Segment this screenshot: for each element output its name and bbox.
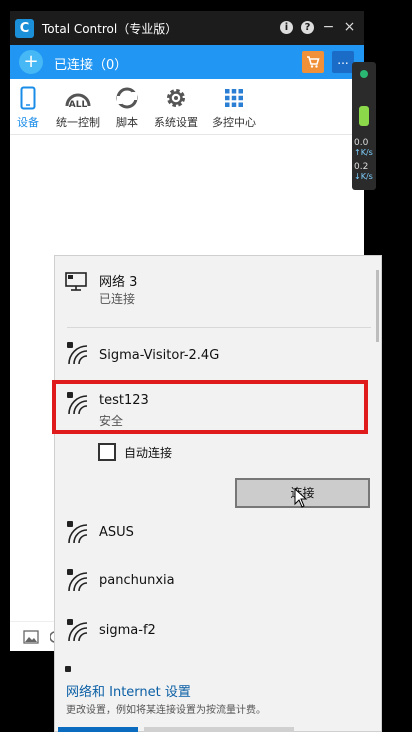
grid-icon <box>225 89 243 107</box>
tab-system-settings-label: 系统设置 <box>154 116 198 129</box>
upload-speed: 0.0 ↑K/s <box>354 138 376 158</box>
app-title: Total Control（专业版） <box>42 22 178 36</box>
auto-connect-label: 自动连接 <box>124 446 173 460</box>
wifi-secured-icon <box>67 569 88 592</box>
wifi-item-sigma-visitor[interactable]: Sigma-Visitor-2.4G <box>55 342 381 372</box>
upload-arrow-icon: ↑ <box>354 148 361 157</box>
upload-speed-value: 0.0 <box>354 138 369 148</box>
scrollbar-thumb[interactable] <box>376 270 379 342</box>
auto-connect-checkbox[interactable] <box>98 443 116 461</box>
divider <box>67 327 371 328</box>
image-icon[interactable] <box>23 630 39 644</box>
more-button[interactable]: ... <box>332 51 354 73</box>
title-bar[interactable]: C Total Control（专业版） i ? − × <box>10 11 364 45</box>
screen: C Total Control（专业版） i ? − × + 已连接（0） ..… <box>0 0 412 732</box>
phone-icon <box>20 86 36 110</box>
ethernet-monitor-icon <box>65 272 87 291</box>
tab-scripts-label: 脚本 <box>116 116 138 129</box>
wifi-secured-icon <box>67 521 88 544</box>
download-speed-unit: K/s <box>360 172 373 181</box>
gear-icon <box>167 89 185 107</box>
tab-devices-label: 设备 <box>17 116 39 129</box>
main-toolbar: 设备 ALL 统一控制 脚本 系统设置 多控中心 <box>10 79 364 135</box>
network-item-ethernet[interactable]: 网络 3 已连接 <box>55 268 381 318</box>
network-settings-link[interactable]: 网络和 Internet 设置 <box>66 681 191 700</box>
network-quick-action-wifi[interactable] <box>58 727 138 732</box>
close-button[interactable]: × <box>343 18 356 36</box>
network-quick-action[interactable] <box>144 727 294 732</box>
info-icon[interactable]: i <box>280 20 293 34</box>
wifi-secured-icon <box>67 342 88 365</box>
battery-icon <box>359 106 369 126</box>
tab-devices[interactable]: 设备 <box>16 85 40 130</box>
download-speed-value: 0.2 <box>354 162 369 172</box>
tab-unified-control-label: 统一控制 <box>56 116 100 129</box>
ethernet-status: 已连接 <box>99 292 136 306</box>
tab-system-settings[interactable]: 系统设置 <box>152 85 200 130</box>
app-logo-icon: C <box>15 19 34 38</box>
wifi-secured-icon <box>65 666 71 672</box>
connection-status: 已连接（0） <box>54 58 128 73</box>
add-device-button[interactable]: + <box>19 50 43 74</box>
cart-icon <box>307 56 320 68</box>
help-icon[interactable]: ? <box>301 20 314 34</box>
script-icon <box>116 87 138 109</box>
tab-scripts[interactable]: 脚本 <box>114 85 140 130</box>
network-settings-description: 更改设置，例如将某连接设置为按流量计费。 <box>66 705 266 716</box>
tab-multi-control-center-label: 多控中心 <box>212 116 256 129</box>
download-speed: 0.2 ↓K/s <box>354 162 376 182</box>
wifi-name: sigma-f2 <box>99 623 156 638</box>
all-icon: ALL <box>65 93 91 110</box>
wifi-item-panchunxia[interactable]: panchunxia <box>55 567 381 597</box>
wifi-name: ASUS <box>99 525 134 540</box>
wifi-name: Sigma-Visitor-2.4G <box>99 348 220 363</box>
flyout-scrollbar[interactable] <box>376 262 379 732</box>
ethernet-name: 网络 3 <box>99 275 138 290</box>
connection-bar: + 已连接（0） ... <box>10 45 364 79</box>
cart-button[interactable] <box>302 51 324 73</box>
all-icon-text: ALL <box>69 100 88 110</box>
network-monitor-widget: 0.0 ↑K/s 0.2 ↓K/s <box>352 62 376 190</box>
wifi-item-asus[interactable]: ASUS <box>55 519 381 549</box>
upload-speed-unit: K/s <box>360 148 373 157</box>
mouse-cursor-icon <box>294 488 308 508</box>
minimize-button[interactable]: − <box>322 18 335 36</box>
wifi-item-sigma-f2[interactable]: sigma-f2 <box>55 617 381 647</box>
wifi-name: panchunxia <box>99 573 175 588</box>
status-dot-icon <box>360 70 368 78</box>
tab-unified-control[interactable]: ALL 统一控制 <box>54 85 102 130</box>
tab-multi-control-center[interactable]: 多控中心 <box>210 85 258 130</box>
wifi-secured-icon <box>67 619 88 642</box>
download-arrow-icon: ↓ <box>354 172 361 181</box>
selected-network-highlight <box>52 380 368 434</box>
